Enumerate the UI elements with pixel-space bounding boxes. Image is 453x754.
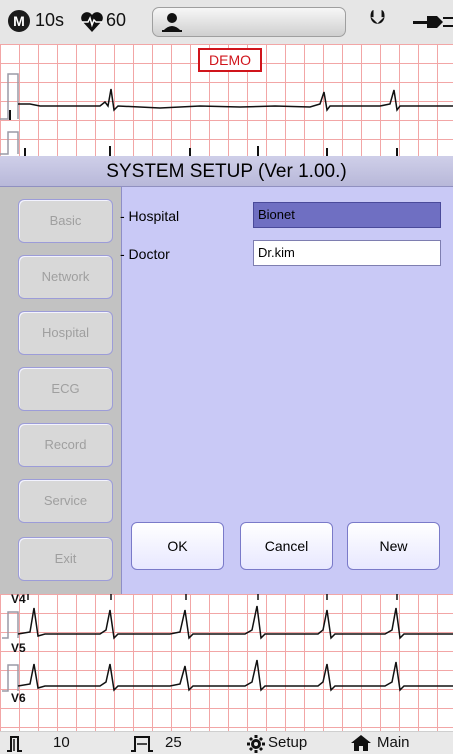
system-setup-dialog: SYSTEM SETUP (Ver 1.00.) Basic Network H… — [0, 156, 453, 594]
menu-record-button[interactable]: Record — [18, 423, 113, 467]
plug-icon — [413, 16, 453, 28]
dialog-title: SYSTEM SETUP (Ver 1.00.) — [106, 161, 347, 182]
status-bar: M 10s 60 ⮋ — [0, 0, 453, 45]
sensitivity-icon[interactable] — [6, 735, 28, 752]
usb-icon: ⮋ — [370, 7, 386, 29]
home-icon[interactable] — [350, 734, 372, 752]
patient-info-button[interactable] — [152, 7, 346, 37]
hospital-field[interactable]: Bionet — [253, 202, 441, 228]
heart-rate-text: 60 — [106, 10, 127, 30]
setup-menu-panel: Basic Network Hospital ECG Record Servic… — [0, 187, 122, 594]
bottom-bar: 10 25 Setup Main — [0, 731, 453, 754]
mode-icon[interactable]: M — [8, 10, 30, 32]
ok-button[interactable]: OK — [131, 522, 224, 570]
speed-value[interactable]: 25 — [165, 734, 182, 751]
hospital-label: - Hospital — [120, 208, 180, 224]
sensitivity-value[interactable]: 10 — [53, 734, 70, 751]
gear-icon[interactable] — [247, 735, 265, 753]
dialog-title-bar: SYSTEM SETUP (Ver 1.00.) — [0, 156, 453, 187]
setup-button[interactable]: Setup — [268, 734, 307, 751]
mode-letter: M — [13, 13, 25, 29]
speed-icon[interactable] — [130, 735, 154, 752]
interval-text: 10s — [35, 10, 65, 30]
ecg-trace-bottom — [2, 594, 453, 692]
heart-icon — [81, 12, 103, 33]
menu-exit-button[interactable]: Exit — [18, 537, 113, 581]
menu-network-button[interactable]: Network — [18, 255, 113, 299]
menu-service-button[interactable]: Service — [18, 479, 113, 523]
doctor-field[interactable]: Dr.kim — [253, 240, 441, 266]
menu-basic-button[interactable]: Basic — [18, 199, 113, 243]
ecg-bottom-area: V4 V5 V6 — [0, 592, 453, 731]
menu-ecg-button[interactable]: ECG — [18, 367, 113, 411]
ecg-top-area: DEMO — [0, 44, 453, 156]
main-button[interactable]: Main — [377, 734, 410, 751]
patient-icon — [162, 13, 182, 32]
new-button[interactable]: New — [347, 522, 440, 570]
ecg-trace-top — [0, 73, 453, 156]
doctor-label: - Doctor — [120, 246, 170, 262]
menu-hospital-button[interactable]: Hospital — [18, 311, 113, 355]
cancel-button[interactable]: Cancel — [240, 522, 333, 570]
